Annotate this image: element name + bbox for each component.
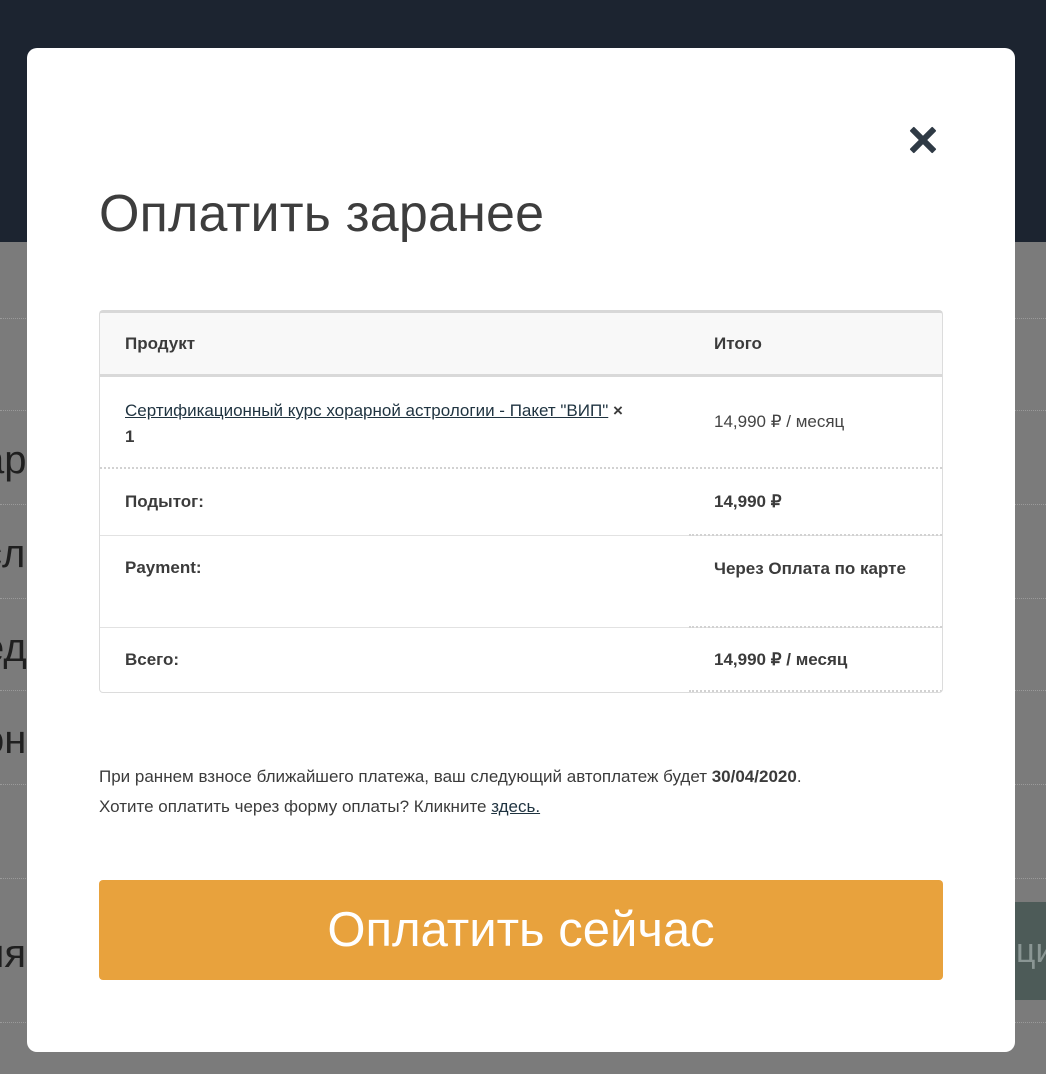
quantity-sign: × [612,401,623,420]
background-button-label: ци [1016,932,1046,970]
background-text: ар [0,438,27,482]
grand-total-value: 14,990 ₽ / месяц [714,650,848,669]
product-price: 14,990 ₽ / месяц [714,412,845,431]
close-icon[interactable] [909,126,937,154]
autopay-note-period: . [796,767,802,786]
row-divider [689,690,942,692]
subtotal-row: Подытог: 14,990 ₽ [100,469,942,536]
next-autopay-date: 30/04/2020 [711,767,797,786]
background-text: ед [0,626,27,670]
payment-form-link[interactable]: здесь. [491,797,540,816]
pay-ahead-modal: Оплатить заранее Продукт Итого Сертифика… [27,48,1015,1052]
background-text: ия [0,932,27,976]
autopay-note-text: При раннем взносе ближайшего платежа, ва… [99,767,712,786]
quantity-value: 1 [125,427,135,446]
background-text: сл [0,532,26,576]
payment-row: Payment: Через Оплата по карте [100,536,942,628]
product-cell: Сертификационный курс хорарной астрологи… [100,377,689,467]
table-row: Сертификационный курс хорарной астрологи… [100,377,942,469]
grand-total-row: Всего: 14,990 ₽ / месяц [100,628,942,692]
subtotal-label: Подытог: [125,492,204,511]
modal-title: Оплатить заранее [99,185,545,243]
order-summary-table: Продукт Итого Сертификационный курс хора… [99,310,943,693]
column-header-product: Продукт [125,333,196,353]
background-button: ци [1012,902,1046,1000]
subtotal-value: 14,990 ₽ [714,492,782,511]
payment-form-note-text: Хотите оплатить через форму оплаты? Клик… [99,797,492,816]
payment-label: Payment: [125,558,202,577]
payment-form-note-line: Хотите оплатить через форму оплаты? Клик… [99,792,802,822]
table-header: Продукт Итого [100,313,942,377]
autopay-note-line: При раннем взносе ближайшего платежа, ва… [99,762,802,792]
payment-note: При раннем взносе ближайшего платежа, ва… [99,762,802,822]
column-header-total: Итого [714,333,762,353]
grand-total-label: Всего: [125,650,180,669]
background-text: он [0,718,27,762]
product-link[interactable]: Сертификационный курс хорарной астрологи… [125,401,608,420]
payment-value: Через Оплата по карте [714,559,906,578]
pay-now-button[interactable]: Оплатить сейчас [99,880,943,980]
